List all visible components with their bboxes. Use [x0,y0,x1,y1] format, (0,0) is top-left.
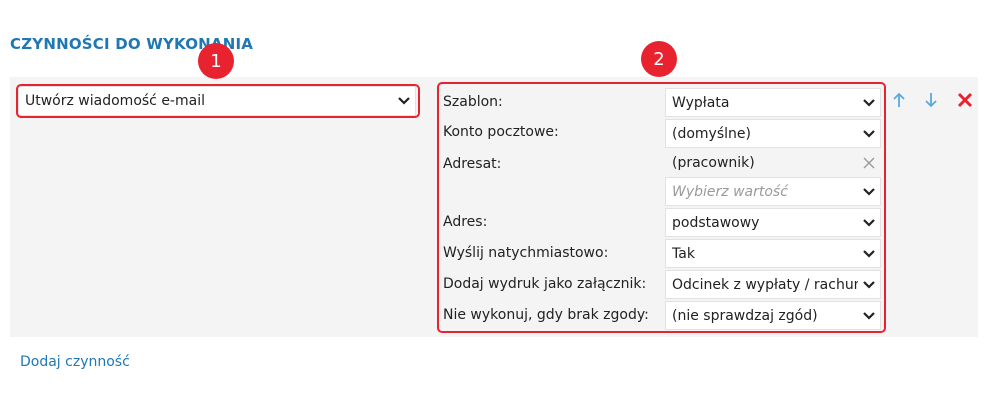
move-up-button[interactable] [889,90,909,110]
highlight-box-1 [16,84,420,118]
add-action-link[interactable]: Dodaj czynność [20,354,130,370]
callout-badge-2: 2 [641,41,677,77]
move-down-button[interactable] [921,90,941,110]
callout-badge-1: 1 [198,43,234,79]
arrow-up-icon [893,92,905,107]
delete-icon [957,92,973,108]
arrow-down-icon [925,93,937,108]
delete-button[interactable] [955,90,975,110]
highlight-box-2 [437,82,886,333]
